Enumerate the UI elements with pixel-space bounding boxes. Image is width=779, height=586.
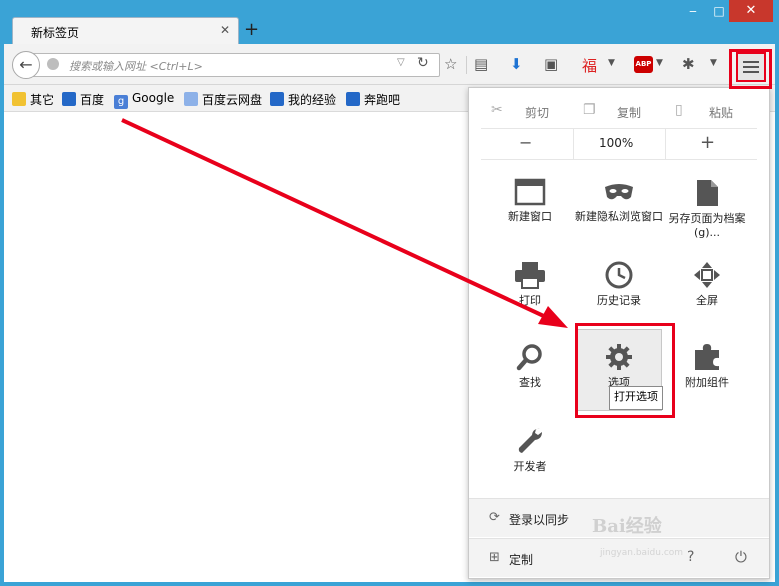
folder-icon <box>12 92 26 106</box>
bookmark-baidu[interactable]: 百度 <box>62 91 104 108</box>
globe-icon <box>47 58 59 70</box>
print-icon <box>515 262 545 289</box>
edit-controls: ✂ 剪切 ❐ 复制 ▯ 粘贴 <box>481 94 757 129</box>
wrench-icon <box>518 428 542 453</box>
watermark-url: jingyan.baidu.com <box>600 548 684 558</box>
sync-icon: ⟳ <box>489 510 500 525</box>
search-icon <box>516 344 542 371</box>
new-tab-button[interactable]: + <box>244 19 259 40</box>
find-button[interactable]: 查找 <box>485 336 575 414</box>
fullscreen-icon <box>694 262 720 288</box>
abp-dropdown-icon[interactable]: ▼ <box>656 58 663 68</box>
baidu-paw-icon <box>62 92 76 106</box>
fullscreen-button[interactable]: 全屏 <box>662 254 752 332</box>
new-window-icon <box>514 178 546 206</box>
navigation-toolbar: 搜索或输入网址 <Ctrl+L> ▽ ↻ ← ☆ ▤ ⬇ ▣ 福 ▼ ABP ▼… <box>4 44 775 85</box>
puzzle-icon <box>695 344 719 370</box>
minimize-button[interactable]: ‒ <box>679 0 707 22</box>
power-icon[interactable]: ⏻ <box>735 548 747 566</box>
bug-icon[interactable]: ✱ <box>682 55 695 73</box>
scissors-icon: ✂ <box>491 102 503 118</box>
back-button[interactable]: ← <box>12 51 40 79</box>
private-window-button[interactable]: 新建隐私浏览窗口 <box>574 172 664 250</box>
clipboard-icon: ▯ <box>675 102 683 118</box>
addons-button[interactable]: 附加组件 <box>662 336 752 414</box>
history-button[interactable]: 历史记录 <box>574 254 664 332</box>
bookmark-running-man[interactable]: 奔跑吧 <box>346 91 400 108</box>
copy-icon: ❐ <box>583 102 596 118</box>
tab-close-icon[interactable]: ✕ <box>220 23 230 37</box>
divider <box>665 129 666 159</box>
reload-icon[interactable]: ↻ <box>417 55 429 71</box>
save-page-icon <box>697 180 718 206</box>
watermark-brand: Bai经验 <box>592 516 662 537</box>
history-icon <box>605 261 633 289</box>
close-button[interactable]: ✕ <box>729 0 773 22</box>
bookmark-baidu-cloud[interactable]: 百度云网盘 <box>184 91 262 108</box>
zoom-in-button[interactable]: + <box>700 132 715 153</box>
zoom-controls: − 100% + <box>481 129 757 160</box>
baidu-paw-icon <box>346 92 360 106</box>
help-icon[interactable]: ? <box>687 549 694 565</box>
fu-icon[interactable]: 福 <box>582 55 597 76</box>
highlight-box-menu <box>729 49 772 89</box>
cloud-icon <box>184 92 198 106</box>
adblock-plus-icon[interactable]: ABP <box>634 56 653 73</box>
plus-square-icon: ⊞ <box>489 550 500 565</box>
bug-dropdown-icon[interactable]: ▼ <box>710 58 717 68</box>
bookmark-other[interactable]: 其它 <box>12 91 54 108</box>
url-history-dropdown-icon[interactable]: ▽ <box>397 57 405 68</box>
google-icon: g <box>114 95 128 109</box>
toolbar-divider <box>466 56 467 74</box>
bookmark-my-experience[interactable]: 我的经验 <box>270 91 336 108</box>
print-button[interactable]: 打印 <box>485 254 575 332</box>
divider <box>573 129 574 159</box>
copy-button[interactable]: ❐ 复制 <box>573 94 665 128</box>
save-page-button[interactable]: 另存页面为档案 (g)... <box>662 172 752 250</box>
screenshot-icon[interactable]: ▣ <box>544 55 558 73</box>
developer-button[interactable]: 开发者 <box>485 420 575 498</box>
private-mask-icon <box>605 184 633 200</box>
bookmark-google[interactable]: g Google <box>114 91 174 109</box>
tab-title: 新标签页 <box>31 26 80 40</box>
tab-new-tab[interactable]: 新标签页 ✕ <box>12 17 239 46</box>
customize-button[interactable]: ⊞ 定制 ? ⏻ <box>469 539 769 577</box>
download-icon[interactable]: ⬇ <box>510 55 523 73</box>
fu-dropdown-icon[interactable]: ▼ <box>608 58 615 68</box>
highlight-box-options <box>575 323 675 418</box>
zoom-out-button[interactable]: − <box>519 133 532 152</box>
title-bar: 新标签页 ✕ + ‒ □ ✕ <box>4 0 775 46</box>
star-icon[interactable]: ☆ <box>444 55 457 73</box>
zoom-reset-button[interactable]: 100% <box>599 136 633 150</box>
url-placeholder: 搜索或输入网址 <Ctrl+L> <box>69 60 203 73</box>
paste-button[interactable]: ▯ 粘贴 <box>665 94 757 128</box>
url-bar[interactable]: 搜索或输入网址 <Ctrl+L> ▽ ↻ <box>32 53 440 77</box>
new-window-button[interactable]: 新建窗口 <box>485 172 575 250</box>
baidu-paw-icon <box>270 92 284 106</box>
cut-button[interactable]: ✂ 剪切 <box>481 94 573 128</box>
reading-list-icon[interactable]: ▤ <box>474 55 488 73</box>
